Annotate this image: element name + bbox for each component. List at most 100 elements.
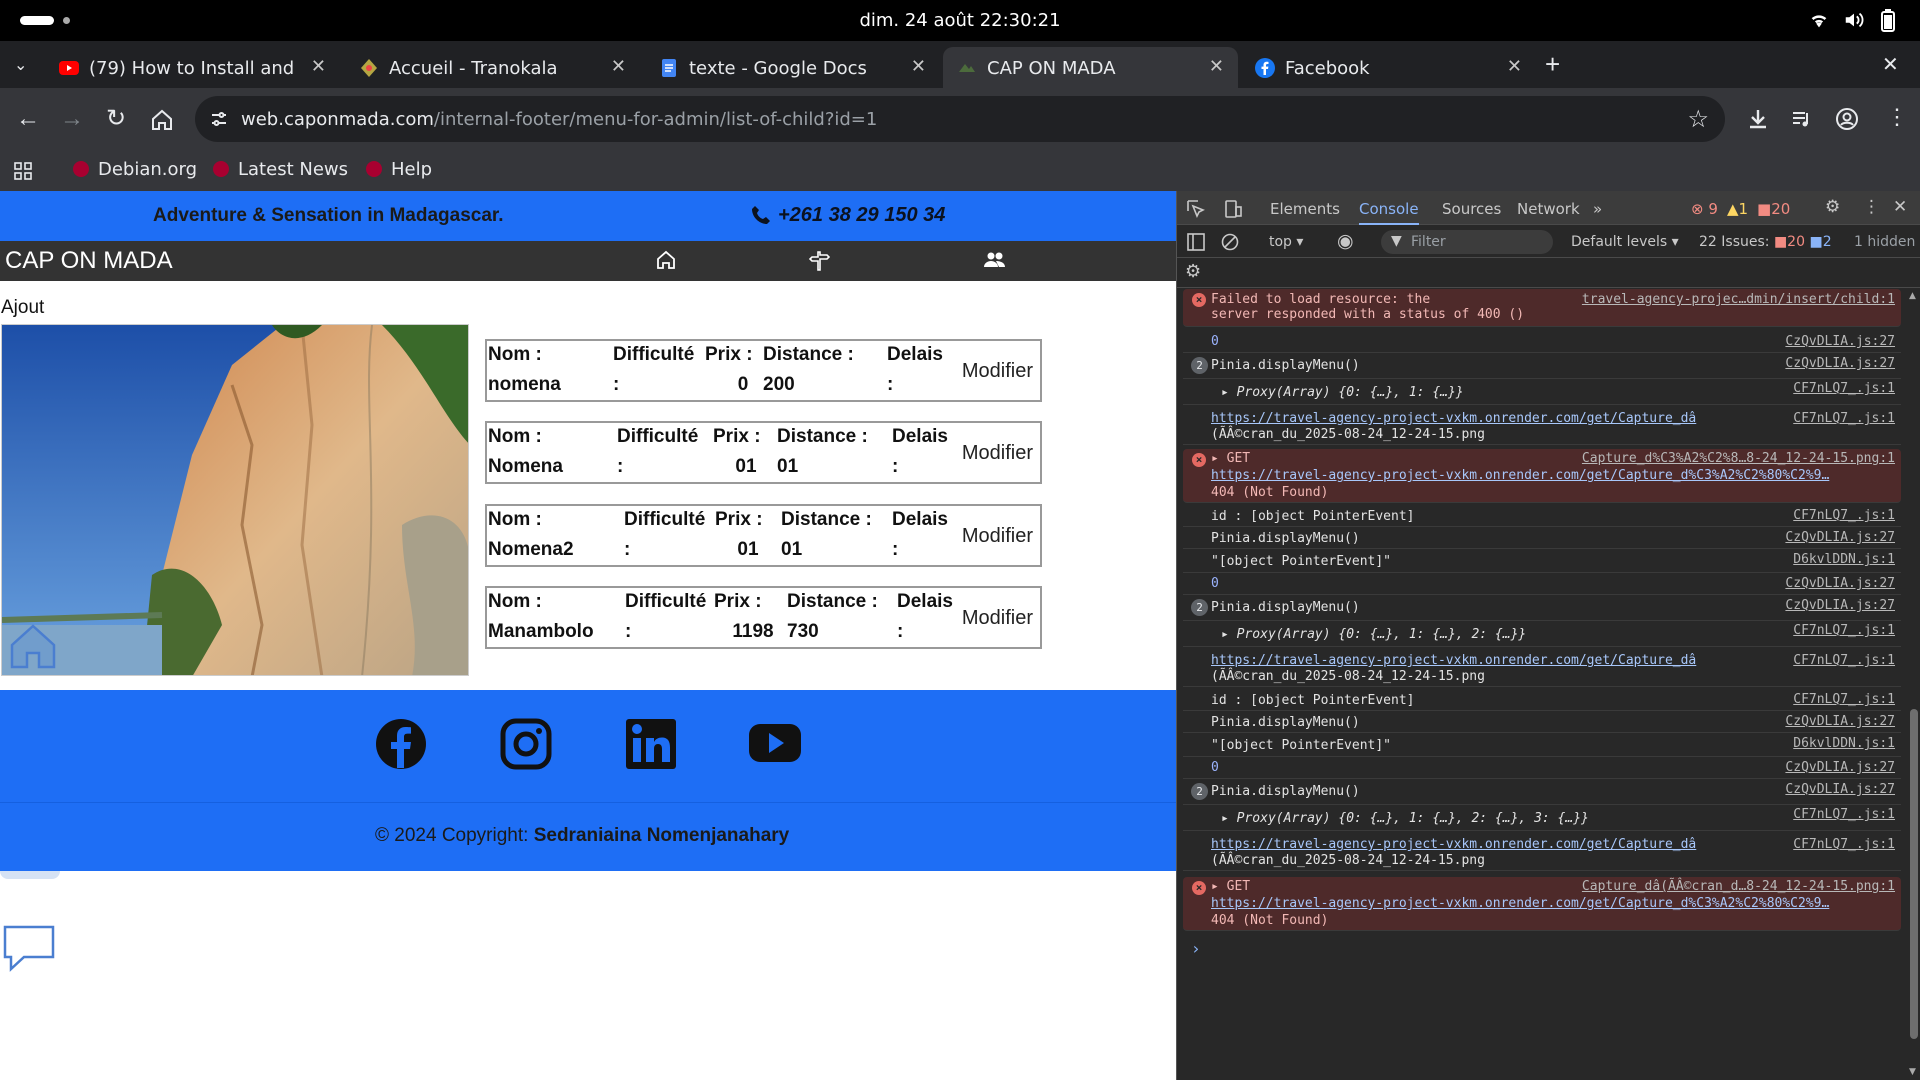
scrollbar-thumb[interactable]: [1910, 709, 1918, 1039]
console-url-link[interactable]: https://travel-agency-project-vxkm.onren…: [1211, 468, 1829, 483]
close-tab-icon[interactable]: ✕: [311, 56, 326, 77]
console-log-row[interactable]: 0 CzQvDLIA.js:27: [1183, 331, 1901, 353]
forward-icon[interactable]: →: [60, 105, 84, 133]
console-source-link[interactable]: CzQvDLIA.js:27: [1785, 598, 1895, 613]
profile-icon[interactable]: [1835, 107, 1859, 131]
console-log-row[interactable]: "[object PointerEvent]" D6kvlDDN.js:1: [1183, 733, 1901, 757]
bookmark-star-icon[interactable]: ☆: [1687, 105, 1709, 134]
console-log-row[interactable]: ▸ Proxy(Array) {0: {…}, 1: {…}, 2: {…}} …: [1183, 621, 1901, 647]
console-source-link[interactable]: Capture_d%C3%A2%C2%8…8-24_12-24-15.png:1: [1582, 451, 1895, 466]
site-phone[interactable]: +261 38 29 150 34: [778, 204, 945, 227]
live-expression-eye-icon[interactable]: ◉: [1337, 230, 1354, 252]
tab-youtube[interactable]: (79) How to Install and Co ✕: [45, 47, 340, 88]
devtools-settings-icon[interactable]: ⚙: [1825, 197, 1840, 217]
devtools-tab-console[interactable]: Console: [1359, 200, 1419, 225]
console-source-link[interactable]: travel-agency-projec…dmin/insert/child:1: [1582, 292, 1895, 307]
console-error-row[interactable]: × ▸ GET https://travel-agency-project-vx…: [1183, 449, 1901, 503]
tab-google-docs[interactable]: texte - Google Docs ✕: [645, 47, 940, 88]
console-url-link[interactable]: https://travel-agency-project-vxkm.onren…: [1211, 411, 1696, 426]
console-message[interactable]: ▸ GET: [1211, 451, 1250, 466]
modifier-button[interactable]: Modifier: [962, 607, 1033, 630]
battery-icon[interactable]: [1880, 9, 1896, 33]
modifier-button[interactable]: Modifier: [962, 360, 1033, 383]
log-levels-dropdown[interactable]: Default levels ▾: [1571, 234, 1679, 250]
console-url-link[interactable]: https://travel-agency-project-vxkm.onren…: [1211, 896, 1829, 911]
issues-link[interactable]: 22 Issues: ■20 ■2: [1699, 234, 1832, 250]
console-log-row[interactable]: "[object PointerEvent]" D6kvlDDN.js:1: [1183, 549, 1901, 573]
more-tabs-icon[interactable]: »: [1593, 200, 1602, 218]
console-settings-icon[interactable]: ⚙: [1185, 261, 1201, 282]
console-source-link[interactable]: CzQvDLIA.js:27: [1785, 714, 1895, 729]
console-error-row[interactable]: × ▸ GET https://travel-agency-project-vx…: [1183, 877, 1901, 931]
console-source-link[interactable]: CF7nLQ7_.js:1: [1793, 692, 1895, 707]
nav-home-icon[interactable]: [656, 250, 676, 270]
context-selector[interactable]: top ▾: [1269, 234, 1303, 250]
console-input-prompt[interactable]: ›: [1191, 939, 1201, 958]
close-tab-icon[interactable]: ✕: [1507, 56, 1522, 77]
site-info-icon[interactable]: [209, 109, 229, 129]
linkedin-icon[interactable]: [625, 718, 677, 770]
error-count[interactable]: ⊗ 9: [1691, 200, 1718, 218]
modifier-button[interactable]: Modifier: [962, 442, 1033, 465]
browser-menu-icon[interactable]: ⋮: [1886, 104, 1908, 130]
youtube-icon[interactable]: [749, 722, 801, 764]
address-bar[interactable]: web.caponmada.com/internal-footer/menu-f…: [195, 96, 1725, 142]
console-url-link[interactable]: https://travel-agency-project-vxkm.onren…: [1211, 837, 1696, 852]
close-window-icon[interactable]: ✕: [1882, 52, 1899, 77]
download-icon[interactable]: [1746, 107, 1770, 131]
devtools-close-icon[interactable]: ✕: [1893, 197, 1907, 217]
console-source-link[interactable]: CF7nLQ7_.js:1: [1793, 381, 1895, 396]
devtools-tab-elements[interactable]: Elements: [1270, 200, 1340, 218]
scroll-down-icon[interactable]: ▼: [1909, 1067, 1916, 1077]
float-home-icon[interactable]: [8, 621, 58, 671]
console-source-link[interactable]: CF7nLQ7_.js:1: [1793, 623, 1895, 638]
console-log-row[interactable]: 2 Pinia.displayMenu() CzQvDLIA.js:27: [1183, 595, 1901, 621]
console-log-row[interactable]: Pinia.displayMenu() CzQvDLIA.js:27: [1183, 527, 1901, 549]
console-url-link[interactable]: https://travel-agency-project-vxkm.onren…: [1211, 653, 1696, 668]
console-source-link[interactable]: Capture_dâ(ÃÂ©cran_d…8-24_12-24-15.png:1: [1582, 879, 1895, 894]
nav-people-icon[interactable]: [983, 250, 1007, 270]
volume-icon[interactable]: [1843, 9, 1865, 31]
site-brand[interactable]: CAP ON MADA: [5, 247, 173, 275]
console-log-row[interactable]: https://travel-agency-project-vxkm.onren…: [1183, 405, 1901, 445]
devtools-menu-icon[interactable]: ⋮: [1863, 197, 1880, 217]
nav-signpost-icon[interactable]: [808, 250, 830, 272]
console-log-row[interactable]: 0 CzQvDLIA.js:27: [1183, 757, 1901, 779]
console-source-link[interactable]: CzQvDLIA.js:27: [1785, 576, 1895, 591]
devtools-tab-sources[interactable]: Sources: [1442, 200, 1501, 218]
device-toolbar-icon[interactable]: [1223, 199, 1243, 219]
console-source-link[interactable]: CF7nLQ7_.js:1: [1793, 807, 1895, 822]
warning-count[interactable]: ▲1: [1727, 200, 1748, 218]
media-control-icon[interactable]: [1790, 107, 1814, 131]
console-object-expander[interactable]: ▸ Proxy(Array) {0: {…}, 1: {…}}: [1221, 385, 1464, 400]
inspect-element-icon[interactable]: [1187, 200, 1205, 218]
console-log-row[interactable]: ▸ Proxy(Array) {0: {…}, 1: {…}} CF7nLQ7_…: [1183, 379, 1901, 405]
close-tab-icon[interactable]: ✕: [1209, 56, 1224, 77]
console-log-row[interactable]: ▸ Proxy(Array) {0: {…}, 1: {…}, 2: {…}, …: [1183, 805, 1901, 831]
instagram-icon[interactable]: [500, 718, 552, 770]
console-source-link[interactable]: CF7nLQ7_.js:1: [1793, 653, 1895, 668]
back-icon[interactable]: ←: [16, 105, 40, 133]
console-scrollbar[interactable]: ▲ ▼: [1907, 289, 1920, 1079]
facebook-icon[interactable]: [375, 718, 427, 770]
console-log-row[interactable]: https://travel-agency-project-vxkm.onren…: [1183, 831, 1901, 871]
scroll-up-icon[interactable]: ▲: [1909, 291, 1916, 301]
apps-grid-icon[interactable]: [14, 162, 32, 180]
tab-cap-on-mada[interactable]: CAP ON MADA ✕: [943, 47, 1238, 88]
console-error-row[interactable]: × Failed to load resource: the server re…: [1183, 289, 1901, 327]
console-source-link[interactable]: D6kvlDDN.js:1: [1793, 552, 1895, 567]
console-source-link[interactable]: CzQvDLIA.js:27: [1785, 760, 1895, 775]
copyright-author[interactable]: Sedraniaina Nomenjanahary: [534, 825, 790, 846]
console-filter-input[interactable]: ▼ Filter: [1381, 230, 1553, 254]
sidebar-toggle-icon[interactable]: [1187, 233, 1205, 251]
console-source-link[interactable]: CzQvDLIA.js:27: [1785, 782, 1895, 797]
console-log-row[interactable]: 0 CzQvDLIA.js:27: [1183, 573, 1901, 595]
ajout-link[interactable]: Ajout: [1, 297, 44, 319]
console-source-link[interactable]: CF7nLQ7_.js:1: [1793, 837, 1895, 852]
console-log-row[interactable]: id : [object PointerEvent] CF7nLQ7_.js:1: [1183, 505, 1901, 527]
console-log-row[interactable]: Pinia.displayMenu() CzQvDLIA.js:27: [1183, 711, 1901, 733]
float-message-icon[interactable]: [2, 923, 56, 973]
console-object-expander[interactable]: ▸ Proxy(Array) {0: {…}, 1: {…}, 2: {…}}: [1221, 627, 1526, 642]
devtools-tab-network[interactable]: Network: [1517, 200, 1580, 218]
clear-console-icon[interactable]: [1221, 233, 1239, 251]
